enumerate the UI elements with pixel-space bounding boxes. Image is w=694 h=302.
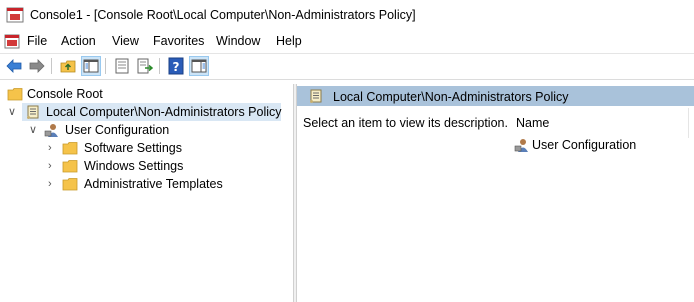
show-hide-action-pane-icon — [191, 59, 207, 73]
menu-help[interactable]: Help — [276, 34, 302, 48]
back-arrow-icon — [6, 59, 22, 73]
mmc-app-icon — [6, 7, 24, 23]
folder-icon — [7, 88, 23, 101]
chevron-right-icon[interactable]: › — [48, 175, 52, 193]
export-list-icon — [137, 58, 154, 74]
tree-item-label: Administrative Templates — [84, 177, 223, 191]
export-list-button[interactable] — [135, 56, 155, 76]
title-bar: Console1 - [Console Root\Local Computer\… — [0, 0, 694, 31]
tree-item-non-administrators-policy[interactable]: ∨ Local Computer\Non-Administrators Poli… — [8, 103, 282, 121]
toolbar-separator — [159, 58, 160, 74]
show-hide-action-pane-button[interactable] — [189, 56, 209, 76]
tree-item-label: User Configuration — [65, 123, 170, 137]
policy-scroll-icon — [310, 89, 322, 103]
tree-item-label: Console Root — [27, 87, 103, 101]
tree-item-administrative-templates[interactable]: › Administrative Templates — [0, 175, 293, 193]
toolbar-separator — [51, 58, 52, 74]
show-hide-tree-icon — [83, 59, 99, 73]
chevron-down-icon[interactable]: ∨ — [29, 121, 37, 139]
policy-scroll-icon — [27, 105, 39, 119]
column-divider[interactable] — [688, 108, 689, 138]
column-header-name[interactable]: Name — [516, 116, 549, 130]
tree-item-label: Local Computer\Non-Administrators Policy — [46, 105, 282, 119]
tree-item-label: Windows Settings — [84, 159, 184, 173]
tree-item-console-root[interactable]: Console Root — [0, 85, 293, 103]
mmc-system-menu-icon[interactable] — [4, 34, 20, 49]
user-configuration-icon — [514, 139, 528, 152]
result-pane-header: Local Computer\Non-Administrators Policy — [297, 86, 694, 106]
toolbar-separator — [105, 58, 106, 74]
tree-item-user-configuration[interactable]: ∨ User Configuration — [0, 121, 293, 139]
menu-view[interactable]: View — [112, 34, 139, 48]
chevron-down-icon[interactable]: ∨ — [8, 103, 16, 121]
menu-action[interactable]: Action — [61, 34, 96, 48]
show-hide-console-tree-button[interactable] — [81, 56, 101, 76]
description-text: Select an item to view its description. — [303, 116, 508, 130]
properties-icon — [115, 58, 129, 74]
console-tree-pane[interactable]: Console Root ∨ Local Computer\Non-Admini… — [0, 84, 294, 302]
tree-item-software-settings[interactable]: › Software Settings — [0, 139, 293, 157]
result-header-title: Local Computer\Non-Administrators Policy — [333, 90, 569, 104]
back-button[interactable] — [4, 56, 24, 76]
toolbar: ? — [0, 54, 694, 80]
properties-button[interactable] — [112, 56, 132, 76]
folder-icon — [62, 160, 78, 173]
user-configuration-icon — [44, 124, 58, 137]
menu-favorites[interactable]: Favorites — [153, 34, 204, 48]
folder-icon — [62, 142, 78, 155]
menu-file[interactable]: File — [27, 34, 47, 48]
svg-text:?: ? — [173, 60, 180, 74]
menu-bar: File Action View Favorites Window Help — [0, 31, 694, 54]
chevron-right-icon[interactable]: › — [48, 139, 52, 157]
tree-item-label: Software Settings — [84, 141, 182, 155]
forward-button[interactable] — [27, 56, 47, 76]
up-one-level-button[interactable] — [58, 56, 78, 76]
chevron-right-icon[interactable]: › — [48, 157, 52, 175]
up-folder-icon — [60, 60, 76, 73]
tree-item-windows-settings[interactable]: › Windows Settings — [0, 157, 293, 175]
forward-arrow-icon — [29, 59, 45, 73]
result-pane[interactable]: Local Computer\Non-Administrators Policy… — [297, 84, 694, 302]
folder-icon — [62, 178, 78, 191]
list-item-label: User Configuration — [532, 138, 637, 152]
help-button[interactable]: ? — [166, 56, 186, 76]
menu-window[interactable]: Window — [216, 34, 260, 48]
window-title: Console1 - [Console Root\Local Computer\… — [30, 8, 416, 22]
help-icon: ? — [168, 57, 184, 75]
